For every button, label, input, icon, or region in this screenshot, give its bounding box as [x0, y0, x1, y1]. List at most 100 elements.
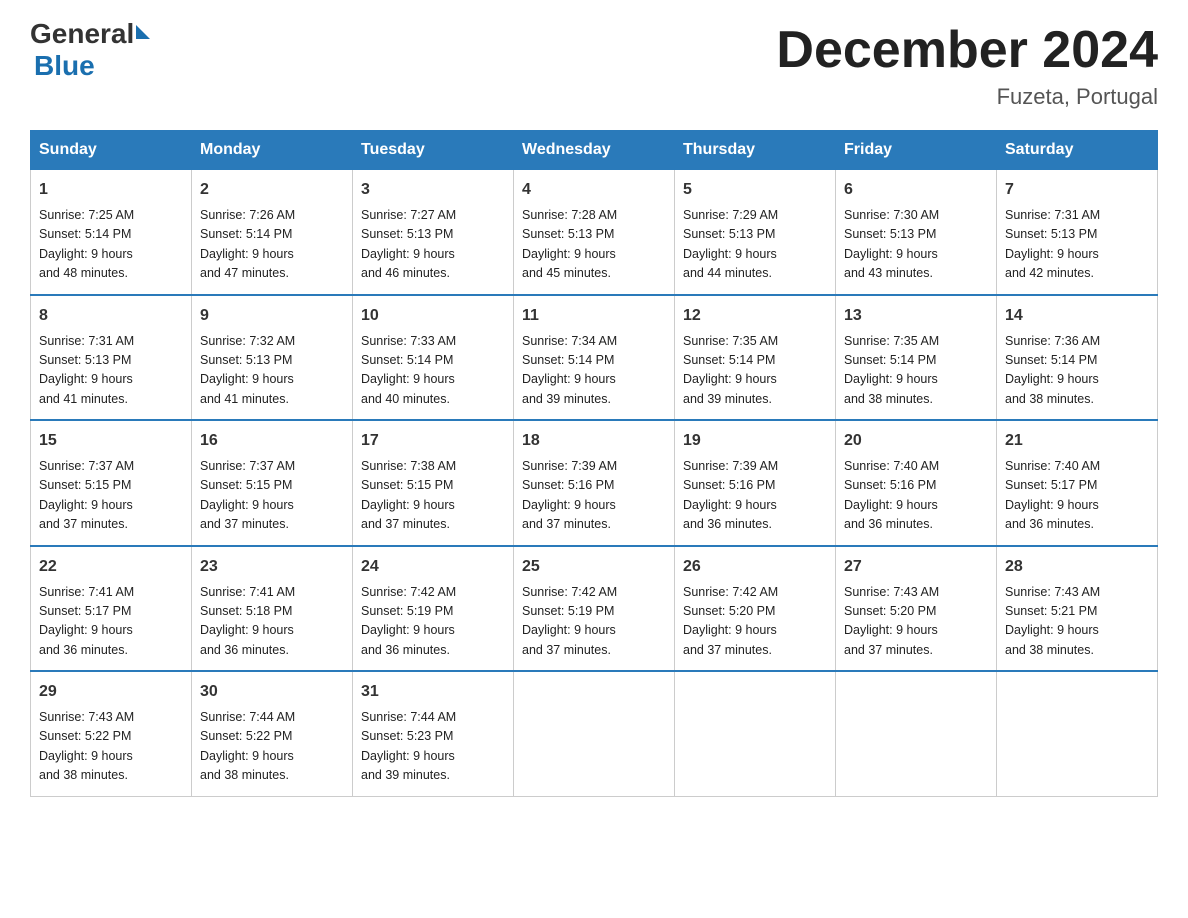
table-row: 27 Sunrise: 7:43 AMSunset: 5:20 PMDayligh…	[836, 546, 997, 672]
day-number: 25	[522, 555, 666, 579]
day-info: Sunrise: 7:36 AMSunset: 5:14 PMDaylight:…	[1005, 332, 1149, 410]
logo-blue-text: Blue	[30, 50, 95, 82]
day-number: 1	[39, 178, 183, 202]
table-row: 29 Sunrise: 7:43 AMSunset: 5:22 PMDayligh…	[31, 671, 192, 796]
day-number: 18	[522, 429, 666, 453]
day-number: 12	[683, 304, 827, 328]
weekday-header-row: SundayMondayTuesdayWednesdayThursdayFrid…	[31, 131, 1158, 170]
table-row	[675, 671, 836, 796]
day-info: Sunrise: 7:44 AMSunset: 5:23 PMDaylight:…	[361, 708, 505, 786]
day-info: Sunrise: 7:42 AMSunset: 5:20 PMDaylight:…	[683, 583, 827, 661]
day-info: Sunrise: 7:39 AMSunset: 5:16 PMDaylight:…	[522, 457, 666, 535]
table-row: 2 Sunrise: 7:26 AMSunset: 5:14 PMDaylight…	[192, 170, 353, 295]
table-row: 24 Sunrise: 7:42 AMSunset: 5:19 PMDayligh…	[353, 546, 514, 672]
table-row: 12 Sunrise: 7:35 AMSunset: 5:14 PMDayligh…	[675, 295, 836, 421]
weekday-header-wednesday: Wednesday	[514, 131, 675, 170]
day-info: Sunrise: 7:37 AMSunset: 5:15 PMDaylight:…	[200, 457, 344, 535]
day-number: 27	[844, 555, 988, 579]
day-number: 10	[361, 304, 505, 328]
day-number: 4	[522, 178, 666, 202]
day-number: 2	[200, 178, 344, 202]
week-row-2: 8 Sunrise: 7:31 AMSunset: 5:13 PMDaylight…	[31, 295, 1158, 421]
day-number: 16	[200, 429, 344, 453]
calendar-table: SundayMondayTuesdayWednesdayThursdayFrid…	[30, 130, 1158, 797]
table-row: 13 Sunrise: 7:35 AMSunset: 5:14 PMDayligh…	[836, 295, 997, 421]
day-info: Sunrise: 7:31 AMSunset: 5:13 PMDaylight:…	[1005, 206, 1149, 284]
day-number: 20	[844, 429, 988, 453]
day-info: Sunrise: 7:32 AMSunset: 5:13 PMDaylight:…	[200, 332, 344, 410]
day-number: 6	[844, 178, 988, 202]
day-info: Sunrise: 7:40 AMSunset: 5:17 PMDaylight:…	[1005, 457, 1149, 535]
table-row: 31 Sunrise: 7:44 AMSunset: 5:23 PMDayligh…	[353, 671, 514, 796]
week-row-3: 15Sunrise: 7:37 AMSunset: 5:15 PMDayligh…	[31, 420, 1158, 546]
table-row: 22 Sunrise: 7:41 AMSunset: 5:17 PMDayligh…	[31, 546, 192, 672]
day-info: Sunrise: 7:41 AMSunset: 5:17 PMDaylight:…	[39, 583, 183, 661]
day-number: 30	[200, 680, 344, 704]
day-info: Sunrise: 7:40 AMSunset: 5:16 PMDaylight:…	[844, 457, 988, 535]
day-number: 31	[361, 680, 505, 704]
table-row: 8 Sunrise: 7:31 AMSunset: 5:13 PMDaylight…	[31, 295, 192, 421]
weekday-header-sunday: Sunday	[31, 131, 192, 170]
day-info: Sunrise: 7:43 AMSunset: 5:20 PMDaylight:…	[844, 583, 988, 661]
day-info: Sunrise: 7:31 AMSunset: 5:13 PMDaylight:…	[39, 332, 183, 410]
day-number: 14	[1005, 304, 1149, 328]
day-info: Sunrise: 7:35 AMSunset: 5:14 PMDaylight:…	[844, 332, 988, 410]
day-info: Sunrise: 7:30 AMSunset: 5:13 PMDaylight:…	[844, 206, 988, 284]
day-number: 22	[39, 555, 183, 579]
weekday-header-friday: Friday	[836, 131, 997, 170]
day-number: 5	[683, 178, 827, 202]
table-row: 5 Sunrise: 7:29 AMSunset: 5:13 PMDaylight…	[675, 170, 836, 295]
day-number: 19	[683, 429, 827, 453]
day-info: Sunrise: 7:35 AMSunset: 5:14 PMDaylight:…	[683, 332, 827, 410]
day-info: Sunrise: 7:44 AMSunset: 5:22 PMDaylight:…	[200, 708, 344, 786]
day-number: 13	[844, 304, 988, 328]
logo-general-text: General	[30, 20, 134, 48]
table-row: 9 Sunrise: 7:32 AMSunset: 5:13 PMDaylight…	[192, 295, 353, 421]
weekday-header-monday: Monday	[192, 131, 353, 170]
weekday-header-saturday: Saturday	[997, 131, 1158, 170]
table-row: 10Sunrise: 7:33 AMSunset: 5:14 PMDayligh…	[353, 295, 514, 421]
day-info: Sunrise: 7:29 AMSunset: 5:13 PMDaylight:…	[683, 206, 827, 284]
day-info: Sunrise: 7:34 AMSunset: 5:14 PMDaylight:…	[522, 332, 666, 410]
table-row: 11Sunrise: 7:34 AMSunset: 5:14 PMDayligh…	[514, 295, 675, 421]
day-number: 8	[39, 304, 183, 328]
day-number: 3	[361, 178, 505, 202]
day-info: Sunrise: 7:27 AMSunset: 5:13 PMDaylight:…	[361, 206, 505, 284]
day-number: 17	[361, 429, 505, 453]
weekday-header-thursday: Thursday	[675, 131, 836, 170]
day-info: Sunrise: 7:28 AMSunset: 5:13 PMDaylight:…	[522, 206, 666, 284]
logo: General Blue	[30, 20, 150, 82]
day-number: 24	[361, 555, 505, 579]
week-row-4: 22 Sunrise: 7:41 AMSunset: 5:17 PMDayligh…	[31, 546, 1158, 672]
table-row	[836, 671, 997, 796]
day-info: Sunrise: 7:43 AMSunset: 5:22 PMDaylight:…	[39, 708, 183, 786]
table-row	[997, 671, 1158, 796]
day-number: 26	[683, 555, 827, 579]
day-info: Sunrise: 7:43 AMSunset: 5:21 PMDaylight:…	[1005, 583, 1149, 661]
table-row: 19 Sunrise: 7:39 AMSunset: 5:16 PMDayligh…	[675, 420, 836, 546]
day-number: 9	[200, 304, 344, 328]
title-block: December 2024 Fuzeta, Portugal	[776, 20, 1158, 110]
month-title: December 2024	[776, 20, 1158, 80]
table-row: 6 Sunrise: 7:30 AMSunset: 5:13 PMDaylight…	[836, 170, 997, 295]
table-row: 30 Sunrise: 7:44 AMSunset: 5:22 PMDayligh…	[192, 671, 353, 796]
table-row: 14 Sunrise: 7:36 AMSunset: 5:14 PMDayligh…	[997, 295, 1158, 421]
day-info: Sunrise: 7:37 AMSunset: 5:15 PMDaylight:…	[39, 457, 183, 535]
day-info: Sunrise: 7:26 AMSunset: 5:14 PMDaylight:…	[200, 206, 344, 284]
day-number: 21	[1005, 429, 1149, 453]
table-row: 3 Sunrise: 7:27 AMSunset: 5:13 PMDaylight…	[353, 170, 514, 295]
table-row: 17Sunrise: 7:38 AMSunset: 5:15 PMDayligh…	[353, 420, 514, 546]
day-number: 29	[39, 680, 183, 704]
day-number: 28	[1005, 555, 1149, 579]
page-header: General Blue December 2024 Fuzeta, Portu…	[30, 20, 1158, 110]
table-row	[514, 671, 675, 796]
week-row-1: 1Sunrise: 7:25 AMSunset: 5:14 PMDaylight…	[31, 170, 1158, 295]
day-info: Sunrise: 7:39 AMSunset: 5:16 PMDaylight:…	[683, 457, 827, 535]
table-row: 7Sunrise: 7:31 AMSunset: 5:13 PMDaylight…	[997, 170, 1158, 295]
table-row: 20 Sunrise: 7:40 AMSunset: 5:16 PMDayligh…	[836, 420, 997, 546]
day-info: Sunrise: 7:42 AMSunset: 5:19 PMDaylight:…	[361, 583, 505, 661]
table-row: 26 Sunrise: 7:42 AMSunset: 5:20 PMDayligh…	[675, 546, 836, 672]
location: Fuzeta, Portugal	[776, 84, 1158, 110]
day-info: Sunrise: 7:41 AMSunset: 5:18 PMDaylight:…	[200, 583, 344, 661]
table-row: 16 Sunrise: 7:37 AMSunset: 5:15 PMDayligh…	[192, 420, 353, 546]
